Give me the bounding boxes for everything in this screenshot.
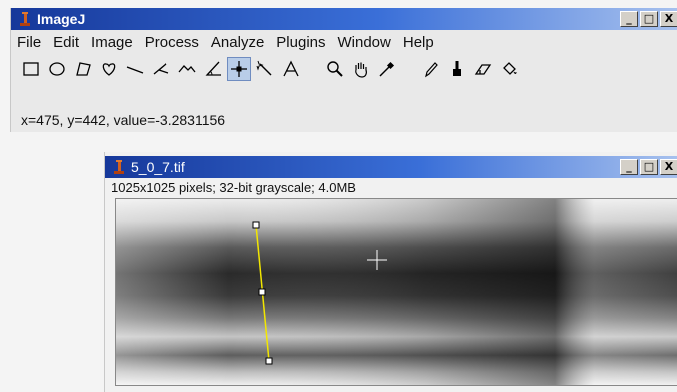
imagej-main-window: ImageJ _ □ X File Edit Image Process Ana… [10,8,677,132]
image-title: 5_0_7.tif [131,159,185,175]
polygon-icon [76,62,91,76]
menu-image[interactable]: Image [85,34,139,51]
wand-icon [256,60,272,76]
image-canvas[interactable] [115,198,677,386]
menu-file[interactable]: File [11,34,47,51]
hand-scroll-tool[interactable] [349,57,373,81]
freehand-selection-tool[interactable] [97,57,121,81]
image-window: 5_0_7.tif _ □ X 1025x1025 pixels; 32-bit… [104,152,677,392]
close-button[interactable]: X [660,11,677,27]
menu-window[interactable]: Window [332,34,397,51]
app-title: ImageJ [37,11,86,27]
window-controls: _ □ X [620,11,677,27]
pencil-icon [425,62,438,78]
wand-tool[interactable] [253,57,277,81]
point-tool[interactable] [227,57,251,81]
menu-help[interactable]: Help [397,34,440,51]
freehand-line-tool[interactable] [175,57,199,81]
angle-tool[interactable] [201,57,225,81]
menu-edit[interactable]: Edit [47,34,85,51]
polygon-selection-tool[interactable] [71,57,95,81]
status-readout: x=475, y=442, value=-3.2831156 [21,112,226,128]
menu-bar: File Edit Image Process Analyze Plugins … [11,30,440,54]
menu-analyze[interactable]: Analyze [205,34,270,51]
magnifier-tool[interactable] [323,57,347,81]
maximize-button[interactable]: □ [640,11,658,27]
line-icon [126,66,144,74]
image-window-controls: _ □ X [620,159,677,175]
menu-plugins[interactable]: Plugins [270,34,331,51]
microscope-icon [20,12,30,26]
tool-bar [19,56,523,82]
eraser-tool[interactable] [471,57,495,81]
straight-line-tool[interactable] [123,57,147,81]
grayscale-image [116,199,677,385]
rectangle-icon [23,62,39,76]
freehand-line-icon [178,65,196,73]
oval-selection-tool[interactable] [45,57,69,81]
rectangle-selection-tool[interactable] [19,57,43,81]
main-titlebar[interactable]: ImageJ _ □ X [11,8,677,30]
brush-tool[interactable] [445,57,469,81]
image-info: 1025x1025 pixels; 32-bit grayscale; 4.0M… [111,180,356,195]
selection-handle[interactable] [265,357,273,365]
magnifier-icon [327,61,343,77]
hand-icon [355,62,367,78]
pencil-tool[interactable] [419,57,443,81]
image-maximize-button[interactable]: □ [640,159,658,175]
text-tool[interactable] [279,57,303,81]
bucket-icon [503,62,517,75]
minimize-button[interactable]: _ [620,11,638,27]
menu-process[interactable]: Process [139,34,205,51]
crosshair-icon [231,61,247,77]
color-picker-tool[interactable] [375,57,399,81]
freehand-icon [102,63,116,76]
segmented-line-tool[interactable] [149,57,173,81]
microscope-icon [114,160,124,174]
eraser-icon [474,64,492,75]
brush-icon [453,61,461,76]
selection-handle[interactable] [258,288,266,296]
image-close-button[interactable]: X [660,159,677,175]
text-icon [283,60,299,77]
flood-fill-tool[interactable] [497,57,521,81]
image-titlebar[interactable]: 5_0_7.tif _ □ X [105,156,677,178]
eyedropper-icon [379,61,395,77]
angle-icon [205,61,221,76]
selection-handle[interactable] [252,221,260,229]
oval-icon [49,62,65,76]
segmented-line-icon [153,63,169,75]
image-minimize-button[interactable]: _ [620,159,638,175]
